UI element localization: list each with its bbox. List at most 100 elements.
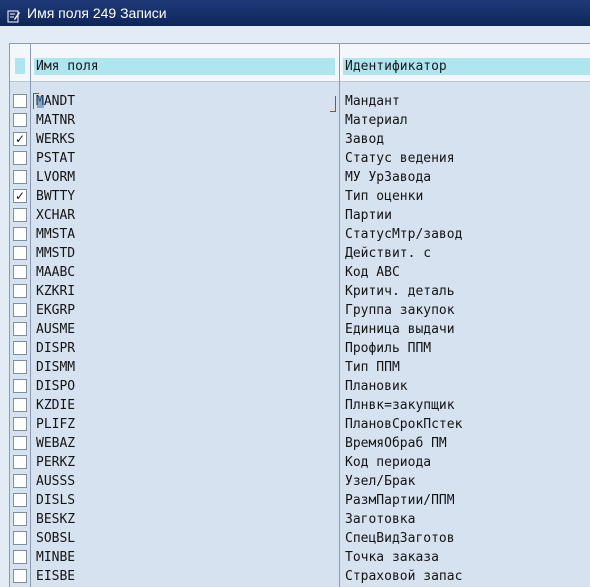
row-checkbox[interactable]: [13, 550, 27, 564]
row-checkbox[interactable]: [13, 341, 27, 355]
identifier-cell[interactable]: Действит. с: [343, 245, 590, 263]
row-checkbox[interactable]: [13, 151, 27, 165]
identifier-cell[interactable]: Тип ППМ: [343, 359, 590, 377]
table-row[interactable]: DISLS РазмПартии/ППМ: [10, 492, 590, 511]
table-row[interactable]: KZDIE Плнвк=закупщик: [10, 397, 590, 416]
table-row[interactable]: BESKZ Заготовка: [10, 511, 590, 530]
field-name-cell[interactable]: DISMM: [34, 359, 335, 377]
identifier-cell[interactable]: Единица выдачи: [343, 321, 590, 339]
row-checkbox[interactable]: [13, 265, 27, 279]
table-row[interactable]: AUSME Единица выдачи: [10, 321, 590, 340]
table-row[interactable]: LVORM МУ УрЗавода: [10, 169, 590, 188]
row-checkbox[interactable]: [13, 474, 27, 488]
column-header-field-name[interactable]: Имя поля: [34, 58, 335, 75]
table-row[interactable]: PLIFZ ПлановСрокПстек: [10, 416, 590, 435]
identifier-cell[interactable]: Заготовка: [343, 511, 590, 529]
identifier-cell[interactable]: Статус ведения: [343, 150, 590, 168]
field-name-cell[interactable]: BESKZ: [34, 511, 335, 529]
row-checkbox[interactable]: [13, 531, 27, 545]
row-checkbox[interactable]: [13, 284, 27, 298]
identifier-cell[interactable]: Критич. деталь: [343, 283, 590, 301]
identifier-cell[interactable]: МУ УрЗавода: [343, 169, 590, 187]
identifier-cell[interactable]: Материал: [343, 112, 590, 130]
table-row[interactable]: SOBSL СпецВидЗаготов: [10, 530, 590, 549]
identifier-cell[interactable]: РазмПартии/ППМ: [343, 492, 590, 510]
table-row[interactable]: MMSTD Действит. с: [10, 245, 590, 264]
identifier-cell[interactable]: ПлановСрокПстек: [343, 416, 590, 434]
identifier-cell[interactable]: Группа закупок: [343, 302, 590, 320]
row-checkbox[interactable]: [13, 360, 27, 374]
identifier-cell[interactable]: Код ABC: [343, 264, 590, 282]
field-name-cell[interactable]: DISPO: [34, 378, 335, 396]
field-name-cell[interactable]: PERKZ: [34, 454, 335, 472]
identifier-cell[interactable]: Страховой запас: [343, 568, 590, 586]
identifier-cell[interactable]: Плановик: [343, 378, 590, 396]
table-row[interactable]: PSTAT Статус ведения: [10, 150, 590, 169]
identifier-cell[interactable]: Тип оценки: [343, 188, 590, 206]
table-row[interactable]: KZKRI Критич. деталь: [10, 283, 590, 302]
table-row[interactable]: WEBAZ ВремяОбраб ПМ: [10, 435, 590, 454]
field-name-cell[interactable]: BWTTY: [34, 188, 335, 206]
row-checkbox[interactable]: [13, 94, 27, 108]
field-name-cell[interactable]: AUSSS: [34, 473, 335, 491]
field-name-cell[interactable]: MMSTA: [34, 226, 335, 244]
field-name-cell[interactable]: KZDIE: [34, 397, 335, 415]
table-row[interactable]: MINBE Точка заказа: [10, 549, 590, 568]
table-row[interactable]: ✓ WERKS Завод: [10, 131, 590, 150]
field-name-cell[interactable]: MANDT: [34, 93, 335, 111]
field-name-cell[interactable]: DISLS: [34, 492, 335, 510]
identifier-cell[interactable]: ВремяОбраб ПМ: [343, 435, 590, 453]
field-name-cell[interactable]: EKGRP: [34, 302, 335, 320]
row-checkbox[interactable]: [13, 208, 27, 222]
field-name-cell[interactable]: MINBE: [34, 549, 335, 567]
row-checkbox[interactable]: [13, 303, 27, 317]
row-checkbox[interactable]: ✓: [13, 132, 27, 146]
row-checkbox[interactable]: [13, 322, 27, 336]
row-checkbox[interactable]: [13, 398, 27, 412]
identifier-cell[interactable]: Завод: [343, 131, 590, 149]
row-checkbox[interactable]: [13, 512, 27, 526]
table-row[interactable]: DISPR Профиль ППМ: [10, 340, 590, 359]
table-row[interactable]: EKGRP Группа закупок: [10, 302, 590, 321]
field-name-cell[interactable]: LVORM: [34, 169, 335, 187]
field-name-cell[interactable]: AUSME: [34, 321, 335, 339]
identifier-cell[interactable]: Точка заказа: [343, 549, 590, 567]
row-checkbox[interactable]: [13, 493, 27, 507]
table-row[interactable]: MATNR Материал: [10, 112, 590, 131]
field-name-cell[interactable]: SOBSL: [34, 530, 335, 548]
identifier-cell[interactable]: СпецВидЗаготов: [343, 530, 590, 548]
field-name-cell[interactable]: MATNR: [34, 112, 335, 130]
table-row[interactable]: PERKZ Код периода: [10, 454, 590, 473]
row-checkbox[interactable]: [13, 246, 27, 260]
identifier-cell[interactable]: СтатусМтр/завод: [343, 226, 590, 244]
identifier-cell[interactable]: Профиль ППМ: [343, 340, 590, 358]
identifier-cell[interactable]: Партии: [343, 207, 590, 225]
field-name-cell[interactable]: MAABC: [34, 264, 335, 282]
field-name-cell[interactable]: EISBE: [34, 568, 335, 586]
table-row[interactable]: XCHAR Партии: [10, 207, 590, 226]
field-name-cell[interactable]: MMSTD: [34, 245, 335, 263]
table-row[interactable]: MANDT Мандант: [10, 93, 590, 112]
row-checkbox[interactable]: ✓: [13, 189, 27, 203]
field-name-cell[interactable]: WERKS: [34, 131, 335, 149]
row-checkbox[interactable]: [13, 170, 27, 184]
table-row[interactable]: DISMM Тип ППМ: [10, 359, 590, 378]
table-row[interactable]: MAABC Код ABC: [10, 264, 590, 283]
identifier-cell[interactable]: Плнвк=закупщик: [343, 397, 590, 415]
row-checkbox[interactable]: [13, 569, 27, 583]
select-all-column-button[interactable]: [15, 58, 25, 74]
identifier-cell[interactable]: Код периода: [343, 454, 590, 472]
field-name-cell[interactable]: KZKRI: [34, 283, 335, 301]
identifier-cell[interactable]: Мандант: [343, 93, 590, 111]
column-header-identifier[interactable]: Идентификатор: [343, 58, 590, 75]
field-name-cell[interactable]: XCHAR: [34, 207, 335, 225]
row-checkbox[interactable]: [13, 436, 27, 450]
table-row[interactable]: AUSSS Узел/Брак: [10, 473, 590, 492]
field-name-cell[interactable]: WEBAZ: [34, 435, 335, 453]
field-name-cell[interactable]: DISPR: [34, 340, 335, 358]
table-row[interactable]: ✓ BWTTY Тип оценки: [10, 188, 590, 207]
table-row[interactable]: DISPO Плановик: [10, 378, 590, 397]
row-checkbox[interactable]: [13, 113, 27, 127]
identifier-cell[interactable]: Узел/Брак: [343, 473, 590, 491]
row-checkbox[interactable]: [13, 455, 27, 469]
